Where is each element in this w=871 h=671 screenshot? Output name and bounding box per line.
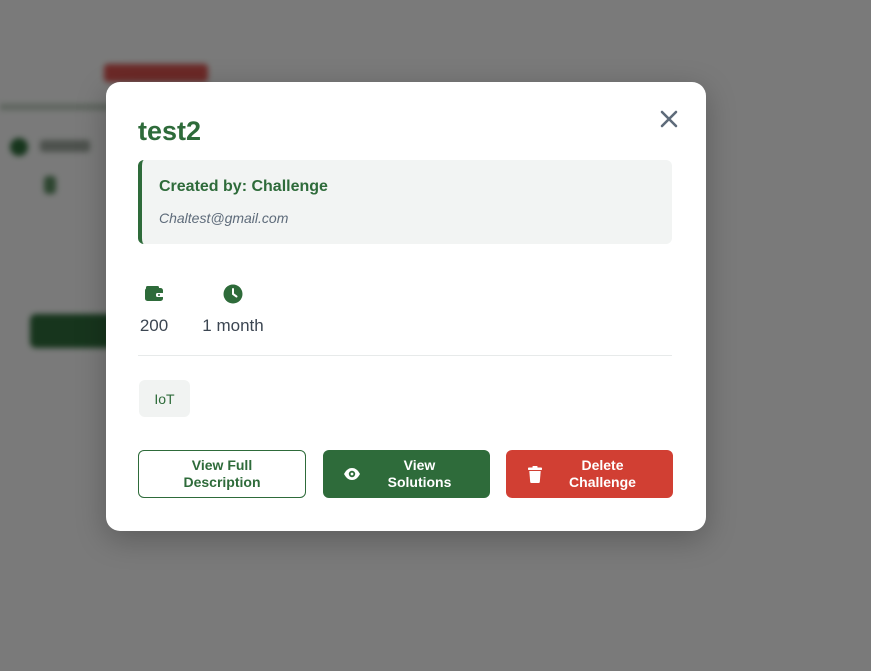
duration-stat: 1 month <box>198 284 268 336</box>
points-value: 200 <box>139 316 169 335</box>
creator-email: Chaltest@gmail.com <box>159 210 289 226</box>
delete-challenge-button[interactable]: Delete Challenge <box>506 450 673 498</box>
eye-icon <box>343 464 361 484</box>
challenge-details-modal: test2 Created by: Challenge Chaltest@gma… <box>106 82 706 531</box>
creator-info-box: Created by: Challenge Chaltest@gmail.com <box>138 160 672 244</box>
creator-label: Created by: Challenge <box>159 178 328 195</box>
tag-chip: IoT <box>139 380 190 417</box>
wallet-icon <box>144 284 164 304</box>
points-stat: 200 <box>138 284 170 336</box>
close-icon <box>660 110 678 128</box>
view-description-label: View Full Description <box>183 457 261 490</box>
delete-challenge-label: Delete Challenge <box>569 457 636 490</box>
view-solutions-button[interactable]: View Solutions <box>323 450 490 498</box>
duration-value: 1 month <box>202 316 264 335</box>
clock-icon <box>223 284 243 304</box>
trash-icon <box>526 464 544 484</box>
view-full-description-button[interactable]: View Full Description <box>138 450 306 498</box>
close-button[interactable] <box>656 106 682 132</box>
modal-title: test2 <box>138 116 202 146</box>
section-divider <box>138 355 672 356</box>
view-solutions-label: View Solutions <box>387 457 452 490</box>
